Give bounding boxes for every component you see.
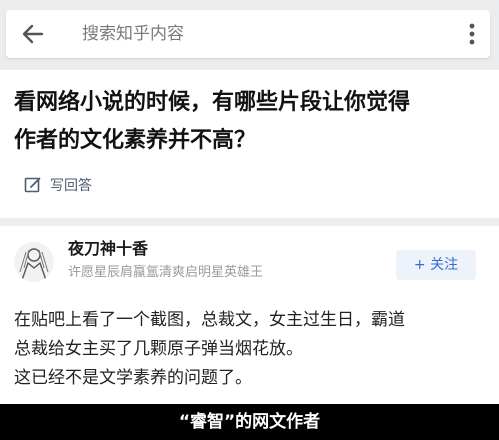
write-answer-label: 写回答 [50, 178, 92, 194]
avatar-figure-icon [19, 248, 49, 281]
question-title[interactable]: 看网络小说的时候，有哪些片段让你觉得 作者的文化素养并不高？ [14, 84, 484, 160]
author-name[interactable]: 夜刀神十香 [68, 238, 148, 260]
question-title-line: 看网络小说的时候，有哪些片段让你觉得 [14, 90, 411, 115]
follow-button[interactable]: + 关注 [396, 250, 476, 280]
top-bar: 搜索知乎内容 [0, 0, 499, 70]
avatar[interactable] [14, 242, 54, 282]
question-title-line: 作者的文化素养并不高？ [14, 128, 257, 153]
answer-paragraph: 这已经不是文学素养的问题了。 [14, 368, 252, 388]
question-card: 看网络小说的时候，有哪些片段让你觉得 作者的文化素养并不高？ 写回答 [0, 70, 499, 218]
author-bio: 许愿星辰肩蠃氲清爽启明星英雄王 [68, 265, 264, 280]
search-bar[interactable]: 搜索知乎内容 [6, 10, 490, 58]
video-caption: “睿智”的网文作者 [178, 412, 321, 432]
more-vertical-icon[interactable] [467, 22, 477, 46]
answer-body[interactable]: 在贴吧上看了一个截图，总裁文，女主过生日，霸道 总裁给女主买了几颗原子弹当烟花放… [14, 306, 488, 393]
caption-bar: “睿智”的网文作者 [0, 404, 499, 440]
answer-paragraph: 在贴吧上看了一个截图，总裁文，女主过生日，霸道 [14, 310, 405, 330]
answer-paragraph: 总裁给女主买了几颗原子弹当烟花放。 [14, 339, 303, 359]
search-input[interactable]: 搜索知乎内容 [82, 22, 184, 46]
edit-icon [24, 177, 41, 193]
back-arrow-icon[interactable] [20, 22, 46, 46]
